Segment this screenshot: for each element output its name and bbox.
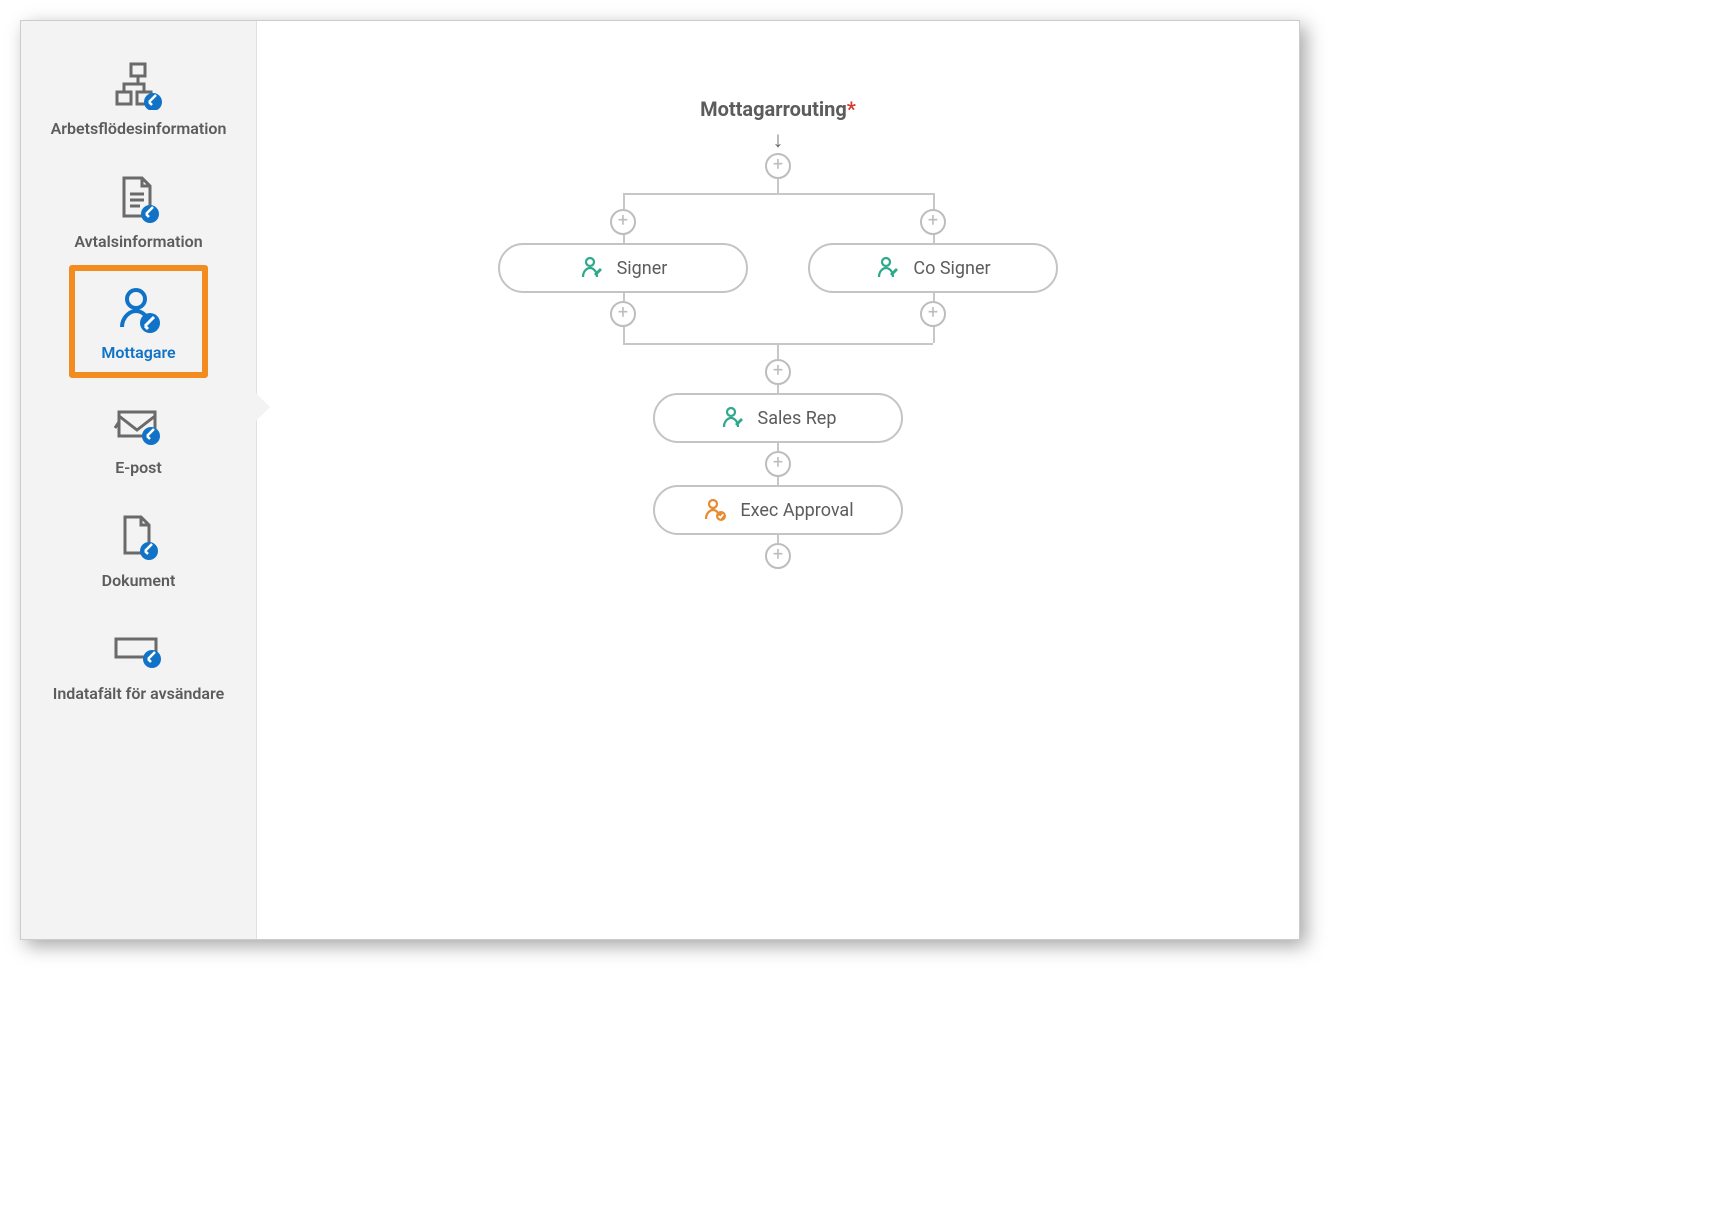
connector-line	[777, 385, 779, 393]
sidebar-item-email[interactable]: E-post	[21, 378, 256, 491]
signer-role-icon	[875, 255, 901, 281]
envelope-icon	[113, 398, 165, 452]
add-node-button[interactable]	[765, 543, 791, 569]
connector-line	[777, 343, 779, 359]
recipient-node-label: Signer	[617, 258, 668, 279]
sidebar-item-label: Mottagare	[101, 343, 175, 362]
add-node-button[interactable]	[765, 359, 791, 385]
sidebar-item-workflow-info[interactable]: Arbetsflödesinformation	[21, 39, 256, 152]
approver-role-icon	[702, 497, 728, 523]
connector-line	[623, 327, 625, 343]
sidebar-item-label: Arbetsflödesinformation	[51, 119, 227, 138]
sidebar-item-label: Dokument	[102, 571, 176, 590]
document-icon	[117, 511, 161, 565]
sidebar-pointer-notch	[256, 393, 270, 421]
sidebar-item-label: Indatafält för avsändare	[53, 684, 224, 703]
signer-role-icon	[720, 405, 746, 431]
add-node-button[interactable]	[610, 209, 636, 235]
add-node-button[interactable]	[610, 301, 636, 327]
sidebar-item-sender-fields[interactable]: Indatafält för avsändare	[21, 604, 256, 717]
document-lines-icon	[116, 172, 162, 226]
recipient-node-label: Sales Rep	[758, 408, 837, 429]
routing-title-row: Mottagarrouting*	[488, 97, 1068, 121]
add-node-button[interactable]	[765, 153, 791, 179]
recipient-node-signer[interactable]: Signer	[498, 243, 748, 293]
sidebar-item-recipients[interactable]: Mottagare	[81, 283, 196, 362]
recipient-node-exec-approval[interactable]: Exec Approval	[653, 485, 903, 535]
sidebar-selection-highlight: Mottagare	[69, 265, 208, 378]
org-chart-icon	[113, 59, 165, 113]
signer-role-icon	[579, 255, 605, 281]
add-node-button[interactable]	[920, 301, 946, 327]
connector-line	[777, 443, 779, 451]
sidebar-item-label: E-post	[115, 458, 162, 477]
recipient-node-label: Exec Approval	[740, 500, 853, 521]
sidebar-item-label: Avtalsinformation	[74, 232, 202, 251]
connector-line	[623, 293, 625, 301]
connector-line	[777, 477, 779, 485]
arrow-down-icon: ↓	[488, 127, 1068, 153]
connector-line	[933, 193, 935, 209]
add-node-button[interactable]	[920, 209, 946, 235]
connector-line	[777, 535, 779, 543]
sidebar: Arbetsflödesinformation Avtalsinformatio…	[21, 21, 257, 939]
main-canvas: Mottagarrouting* ↓	[257, 21, 1299, 939]
routing-title: Mottagarrouting	[700, 97, 847, 121]
recipient-node-salesrep[interactable]: Sales Rep	[653, 393, 903, 443]
required-marker: *	[847, 97, 856, 121]
sidebar-item-documents[interactable]: Dokument	[21, 491, 256, 604]
add-node-button[interactable]	[765, 451, 791, 477]
connector-line	[933, 327, 935, 343]
input-field-icon	[112, 624, 166, 678]
recipient-node-cosigner[interactable]: Co Signer	[808, 243, 1058, 293]
routing-diagram: Mottagarrouting* ↓	[488, 97, 1068, 693]
person-edit-icon	[114, 283, 164, 337]
sidebar-item-agreement-info[interactable]: Avtalsinformation	[21, 152, 256, 265]
recipient-node-label: Co Signer	[913, 258, 990, 279]
connector-line	[933, 293, 935, 301]
connector-line	[623, 193, 933, 195]
connector-line	[933, 235, 935, 243]
connector-line	[623, 235, 625, 243]
connector-line	[777, 179, 779, 193]
routing-graph: Signer Co Signer	[488, 153, 1068, 693]
app-window: Arbetsflödesinformation Avtalsinformatio…	[20, 20, 1300, 940]
connector-line	[623, 193, 625, 209]
